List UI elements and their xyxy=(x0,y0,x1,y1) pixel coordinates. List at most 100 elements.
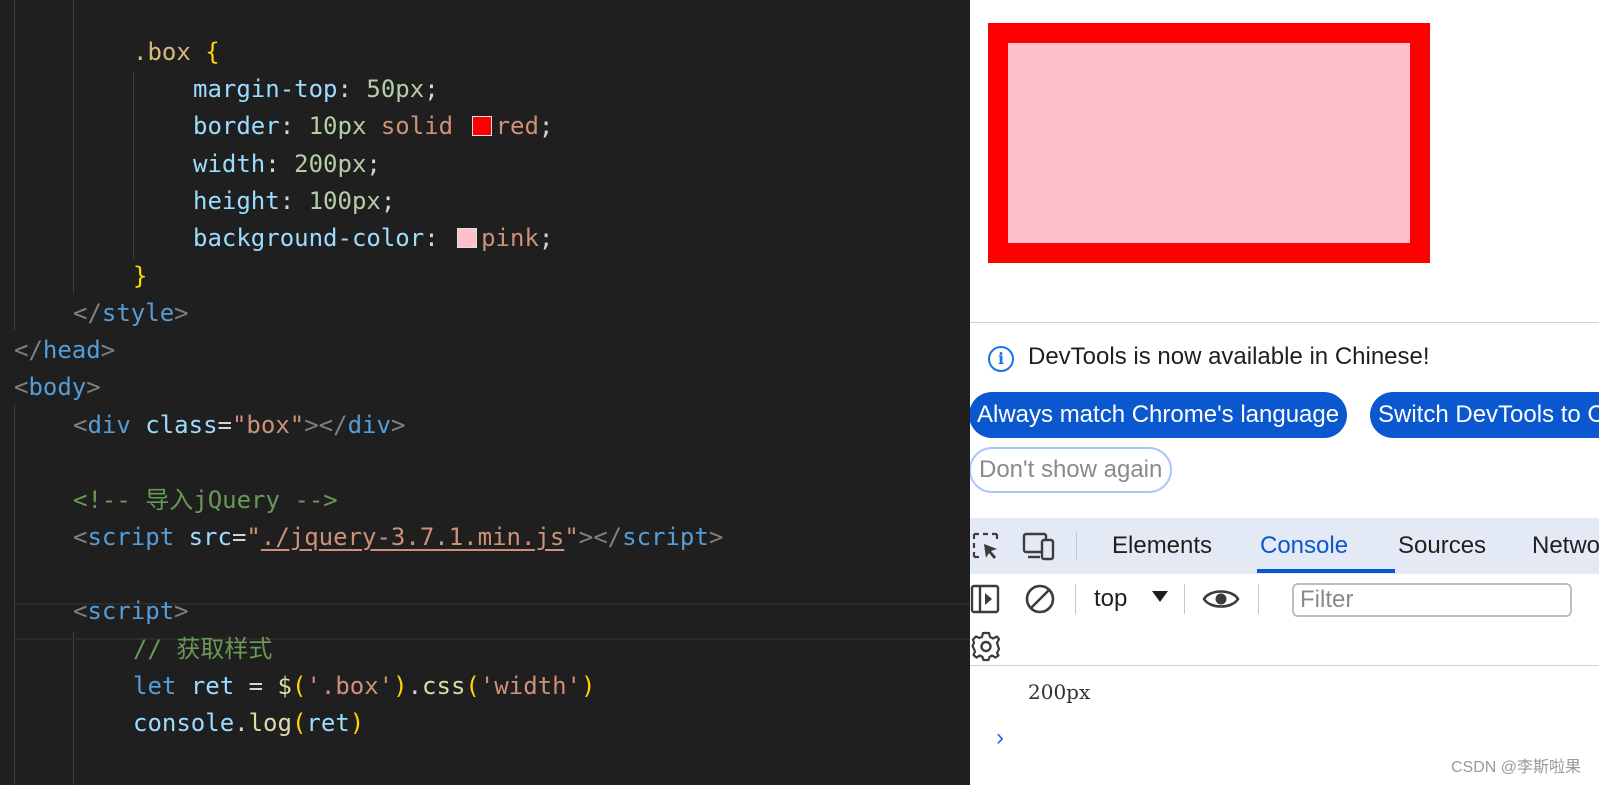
tab-network[interactable]: Network xyxy=(1532,518,1599,574)
code-token: background-color xyxy=(193,224,425,252)
code-token: < xyxy=(73,523,88,551)
code-token: head xyxy=(42,336,101,364)
code-token: " xyxy=(246,523,261,551)
dropdown-arrow-icon xyxy=(1152,591,1169,602)
code-token: red xyxy=(495,112,539,140)
code-token: " xyxy=(564,523,579,551)
code-token: > xyxy=(86,373,101,401)
code-line[interactable]: } xyxy=(133,257,147,295)
code-token: = xyxy=(231,523,247,551)
code-line[interactable]: <script> xyxy=(73,592,189,630)
code-token: { xyxy=(205,38,220,66)
devtools-panel: i DevTools is now available in Chinese! … xyxy=(970,322,1599,785)
code-token: ( xyxy=(291,672,307,700)
code-line[interactable]: margin-top: 50px; xyxy=(193,70,439,108)
code-token: height xyxy=(193,187,280,215)
code-editor[interactable]: .box {margin-top: 50px; border: 10px soli… xyxy=(0,0,970,785)
code-token: 50px xyxy=(366,75,425,103)
code-token: > xyxy=(174,299,189,327)
code-token: $ xyxy=(277,672,292,700)
code-token: = xyxy=(234,672,278,700)
code-token: > xyxy=(174,597,189,625)
eye-icon[interactable] xyxy=(1202,586,1240,612)
clear-console-icon[interactable] xyxy=(1024,583,1056,615)
code-line[interactable]: <div class="box"></div> xyxy=(73,406,405,444)
code-line[interactable]: // 获取样式 xyxy=(133,630,272,668)
device-toolbar-icon[interactable] xyxy=(1022,530,1056,562)
toolbar-separator xyxy=(1075,584,1076,614)
log-message: 200px xyxy=(1028,680,1091,704)
tab-console[interactable]: Console xyxy=(1260,518,1348,574)
code-token: ./jquery-3.7.1.min.js xyxy=(260,523,565,551)
code-token: 10px xyxy=(308,112,367,140)
filter-input[interactable]: Filter xyxy=(1292,583,1572,617)
sidebar-toggle-icon[interactable] xyxy=(970,584,1000,614)
code-token: src xyxy=(188,523,232,551)
color-swatch[interactable] xyxy=(457,228,478,248)
code-token: > xyxy=(100,336,116,364)
tab-elements[interactable]: Elements xyxy=(1112,518,1212,574)
console-prompt-icon[interactable]: › xyxy=(996,724,1004,752)
code-token: div xyxy=(347,411,391,439)
browser-panel: i DevTools is now available in Chinese! … xyxy=(970,0,1599,785)
indent-guide xyxy=(14,0,15,330)
code-line[interactable]: console.log(ret) xyxy=(133,704,364,742)
code-token: width xyxy=(193,150,266,178)
toolbar-separator xyxy=(1184,584,1185,614)
code-token: css xyxy=(422,672,466,700)
code-token: let xyxy=(133,672,177,700)
console-toolbar: top Filter xyxy=(970,574,1599,674)
toolbar-separator xyxy=(1076,532,1077,560)
code-token: ; xyxy=(424,75,439,103)
box-element xyxy=(988,23,1430,263)
code-token: 'width' xyxy=(479,672,582,700)
code-line[interactable]: <script src="./jquery-3.7.1.min.js"></sc… xyxy=(73,518,723,556)
code-token: = xyxy=(217,411,232,439)
code-token: > xyxy=(708,523,724,551)
always-match-button[interactable]: Always match Chrome's language xyxy=(970,392,1348,438)
color-swatch[interactable] xyxy=(471,116,492,136)
context-selector[interactable]: top xyxy=(1094,582,1169,616)
code-token: border xyxy=(193,112,280,140)
code-token: : xyxy=(279,112,309,140)
indent-guide xyxy=(73,632,74,785)
code-token: . xyxy=(234,709,249,737)
code-token: ; xyxy=(366,150,381,178)
tab-sources[interactable]: Sources xyxy=(1398,518,1486,574)
indent-guide xyxy=(14,405,15,785)
code-token: ; xyxy=(380,187,396,215)
code-line[interactable]: <!-- 导入jQuery --> xyxy=(73,481,338,519)
code-line[interactable]: </style> xyxy=(73,294,189,332)
code-token: class xyxy=(145,411,218,439)
code-token: ret xyxy=(306,709,350,737)
code-line[interactable]: border: 10px solid red; xyxy=(193,107,553,145)
code-token: body xyxy=(28,373,87,401)
code-token: // 获取样式 xyxy=(133,635,273,663)
code-line[interactable]: </head> xyxy=(14,331,115,369)
code-line[interactable]: height: 100px; xyxy=(193,182,395,220)
code-token: .box xyxy=(133,38,191,66)
code-line[interactable]: width: 200px; xyxy=(193,145,381,183)
page-preview xyxy=(970,0,1599,322)
code-token: > xyxy=(390,411,406,439)
code-token: script xyxy=(622,523,709,551)
infobar-message: DevTools is now available in Chinese! xyxy=(1028,343,1430,370)
code-token: : xyxy=(265,150,295,178)
code-token: ) xyxy=(393,672,408,700)
inspect-element-icon[interactable] xyxy=(970,530,1002,562)
code-line[interactable]: .box { xyxy=(133,33,220,71)
code-token: log xyxy=(248,709,292,737)
code-line[interactable]: let ret = $('.box').css('width') xyxy=(133,667,595,705)
devtools-tabbar: Elements Console Sources Network xyxy=(970,518,1599,574)
code-line[interactable]: <body> xyxy=(14,368,101,406)
dont-show-again-button[interactable]: Don't show again xyxy=(970,447,1173,493)
code-token: solid xyxy=(366,112,468,140)
code-line[interactable]: background-color: pink; xyxy=(193,219,553,257)
watermark: CSDN @李斯啦果 xyxy=(1450,759,1581,776)
gear-icon[interactable] xyxy=(970,630,1002,662)
switch-devtools-button[interactable]: Switch DevTools to Chinese xyxy=(1370,392,1599,438)
code-token: 200px xyxy=(294,150,367,178)
code-token: </ xyxy=(14,336,43,364)
